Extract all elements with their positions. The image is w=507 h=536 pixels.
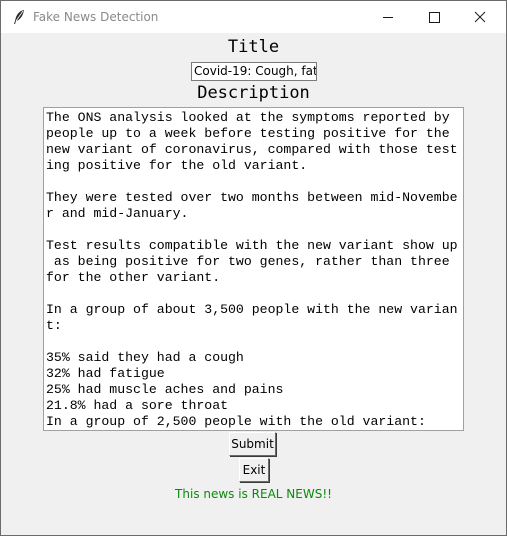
- description-textarea[interactable]: The ONS analysis looked at the symptoms …: [43, 107, 464, 431]
- close-icon: [474, 11, 486, 23]
- app-window: Fake News Detection Title Description Th…: [0, 0, 507, 536]
- close-button[interactable]: [457, 1, 503, 33]
- result-message: This news is REAL NEWS!!: [175, 487, 332, 501]
- minimize-icon: [383, 17, 393, 18]
- maximize-button[interactable]: [411, 1, 457, 33]
- title-bar[interactable]: Fake News Detection: [1, 1, 506, 33]
- feather-icon: [12, 9, 26, 25]
- window-title: Fake News Detection: [33, 10, 159, 24]
- description-label: Description: [197, 83, 310, 103]
- title-input[interactable]: [191, 62, 317, 81]
- submit-button[interactable]: Submit: [229, 432, 276, 456]
- title-label: Title: [227, 37, 280, 57]
- exit-button[interactable]: Exit: [239, 458, 269, 482]
- minimize-button[interactable]: [365, 1, 411, 33]
- description-text[interactable]: The ONS analysis looked at the symptoms …: [44, 108, 463, 430]
- maximize-icon: [429, 12, 440, 23]
